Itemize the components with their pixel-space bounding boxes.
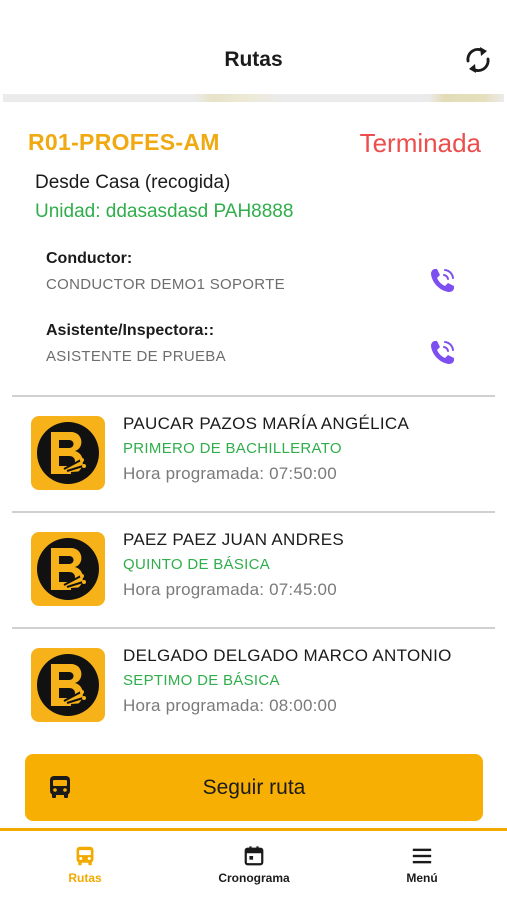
route-status: Terminada: [359, 128, 481, 158]
tab-rutas[interactable]: Rutas: [25, 845, 145, 885]
school-bus-logo-icon: [31, 416, 105, 490]
student-row[interactable]: PAUCAR PAZOS MARÍA ANGÉLICA PRIMERO DE B…: [0, 396, 507, 511]
phone-icon[interactable]: [427, 338, 457, 368]
tab-cronograma[interactable]: Cronograma: [194, 845, 314, 885]
student-row[interactable]: DELGADO DELGADO MARCO ANTONIO SEPTIMO DE…: [0, 628, 507, 743]
page-title: Rutas: [224, 48, 283, 71]
route-description: Desde Casa (recogida): [35, 172, 231, 193]
student-grade: PRIMERO DE BACHILLERATO: [123, 440, 342, 457]
refresh-icon[interactable]: [462, 44, 494, 76]
follow-route-label: Seguir ruta: [202, 776, 306, 799]
student-time: Hora programada: 07:45:00: [123, 580, 337, 599]
app-header: Rutas: [0, 0, 507, 94]
driver-name: CONDUCTOR DEMO1 SOPORTE: [46, 276, 285, 293]
student-name: PAEZ PAEZ JUAN ANDRES: [123, 530, 345, 549]
tab-label: Menú: [406, 871, 438, 885]
route-unit: Unidad: ddasasdasd PAH8888: [35, 201, 294, 222]
driver-role: Conductor:: [46, 250, 133, 267]
menu-icon: [412, 848, 432, 864]
route-code: R01-PROFES-AM: [28, 129, 220, 155]
tab-label: Cronograma: [218, 871, 290, 885]
assistant-role: Asistente/Inspectora::: [46, 322, 215, 339]
calendar-icon: [244, 846, 264, 866]
student-row[interactable]: PAEZ PAEZ JUAN ANDRES QUINTO DE BÁSICA H…: [0, 512, 507, 627]
student-name: PAUCAR PAZOS MARÍA ANGÉLICA: [123, 414, 410, 433]
bottom-tab-bar: Rutas Cronograma Menú: [0, 831, 507, 900]
student-time: Hora programada: 07:50:00: [123, 464, 337, 483]
school-bus-logo-icon: [31, 532, 105, 606]
tab-label: Rutas: [68, 871, 102, 885]
map-strip: [3, 94, 504, 102]
follow-route-button[interactable]: Seguir ruta: [25, 754, 483, 821]
tab-menu[interactable]: Menú: [362, 845, 482, 885]
school-bus-logo-icon: [31, 648, 105, 722]
student-grade: QUINTO DE BÁSICA: [123, 556, 271, 573]
phone-icon[interactable]: [427, 266, 457, 296]
student-name: DELGADO DELGADO MARCO ANTONIO: [123, 646, 452, 665]
bus-icon: [76, 846, 94, 866]
student-time: Hora programada: 08:00:00: [123, 696, 337, 715]
student-grade: SEPTIMO DE BÁSICA: [123, 672, 280, 689]
driver-info: Conductor: CONDUCTOR DEMO1 SOPORTE: [46, 250, 466, 293]
assistant-name: ASISTENTE DE PRUEBA: [46, 348, 226, 365]
assistant-info: Asistente/Inspectora:: ASISTENTE DE PRUE…: [46, 322, 466, 365]
